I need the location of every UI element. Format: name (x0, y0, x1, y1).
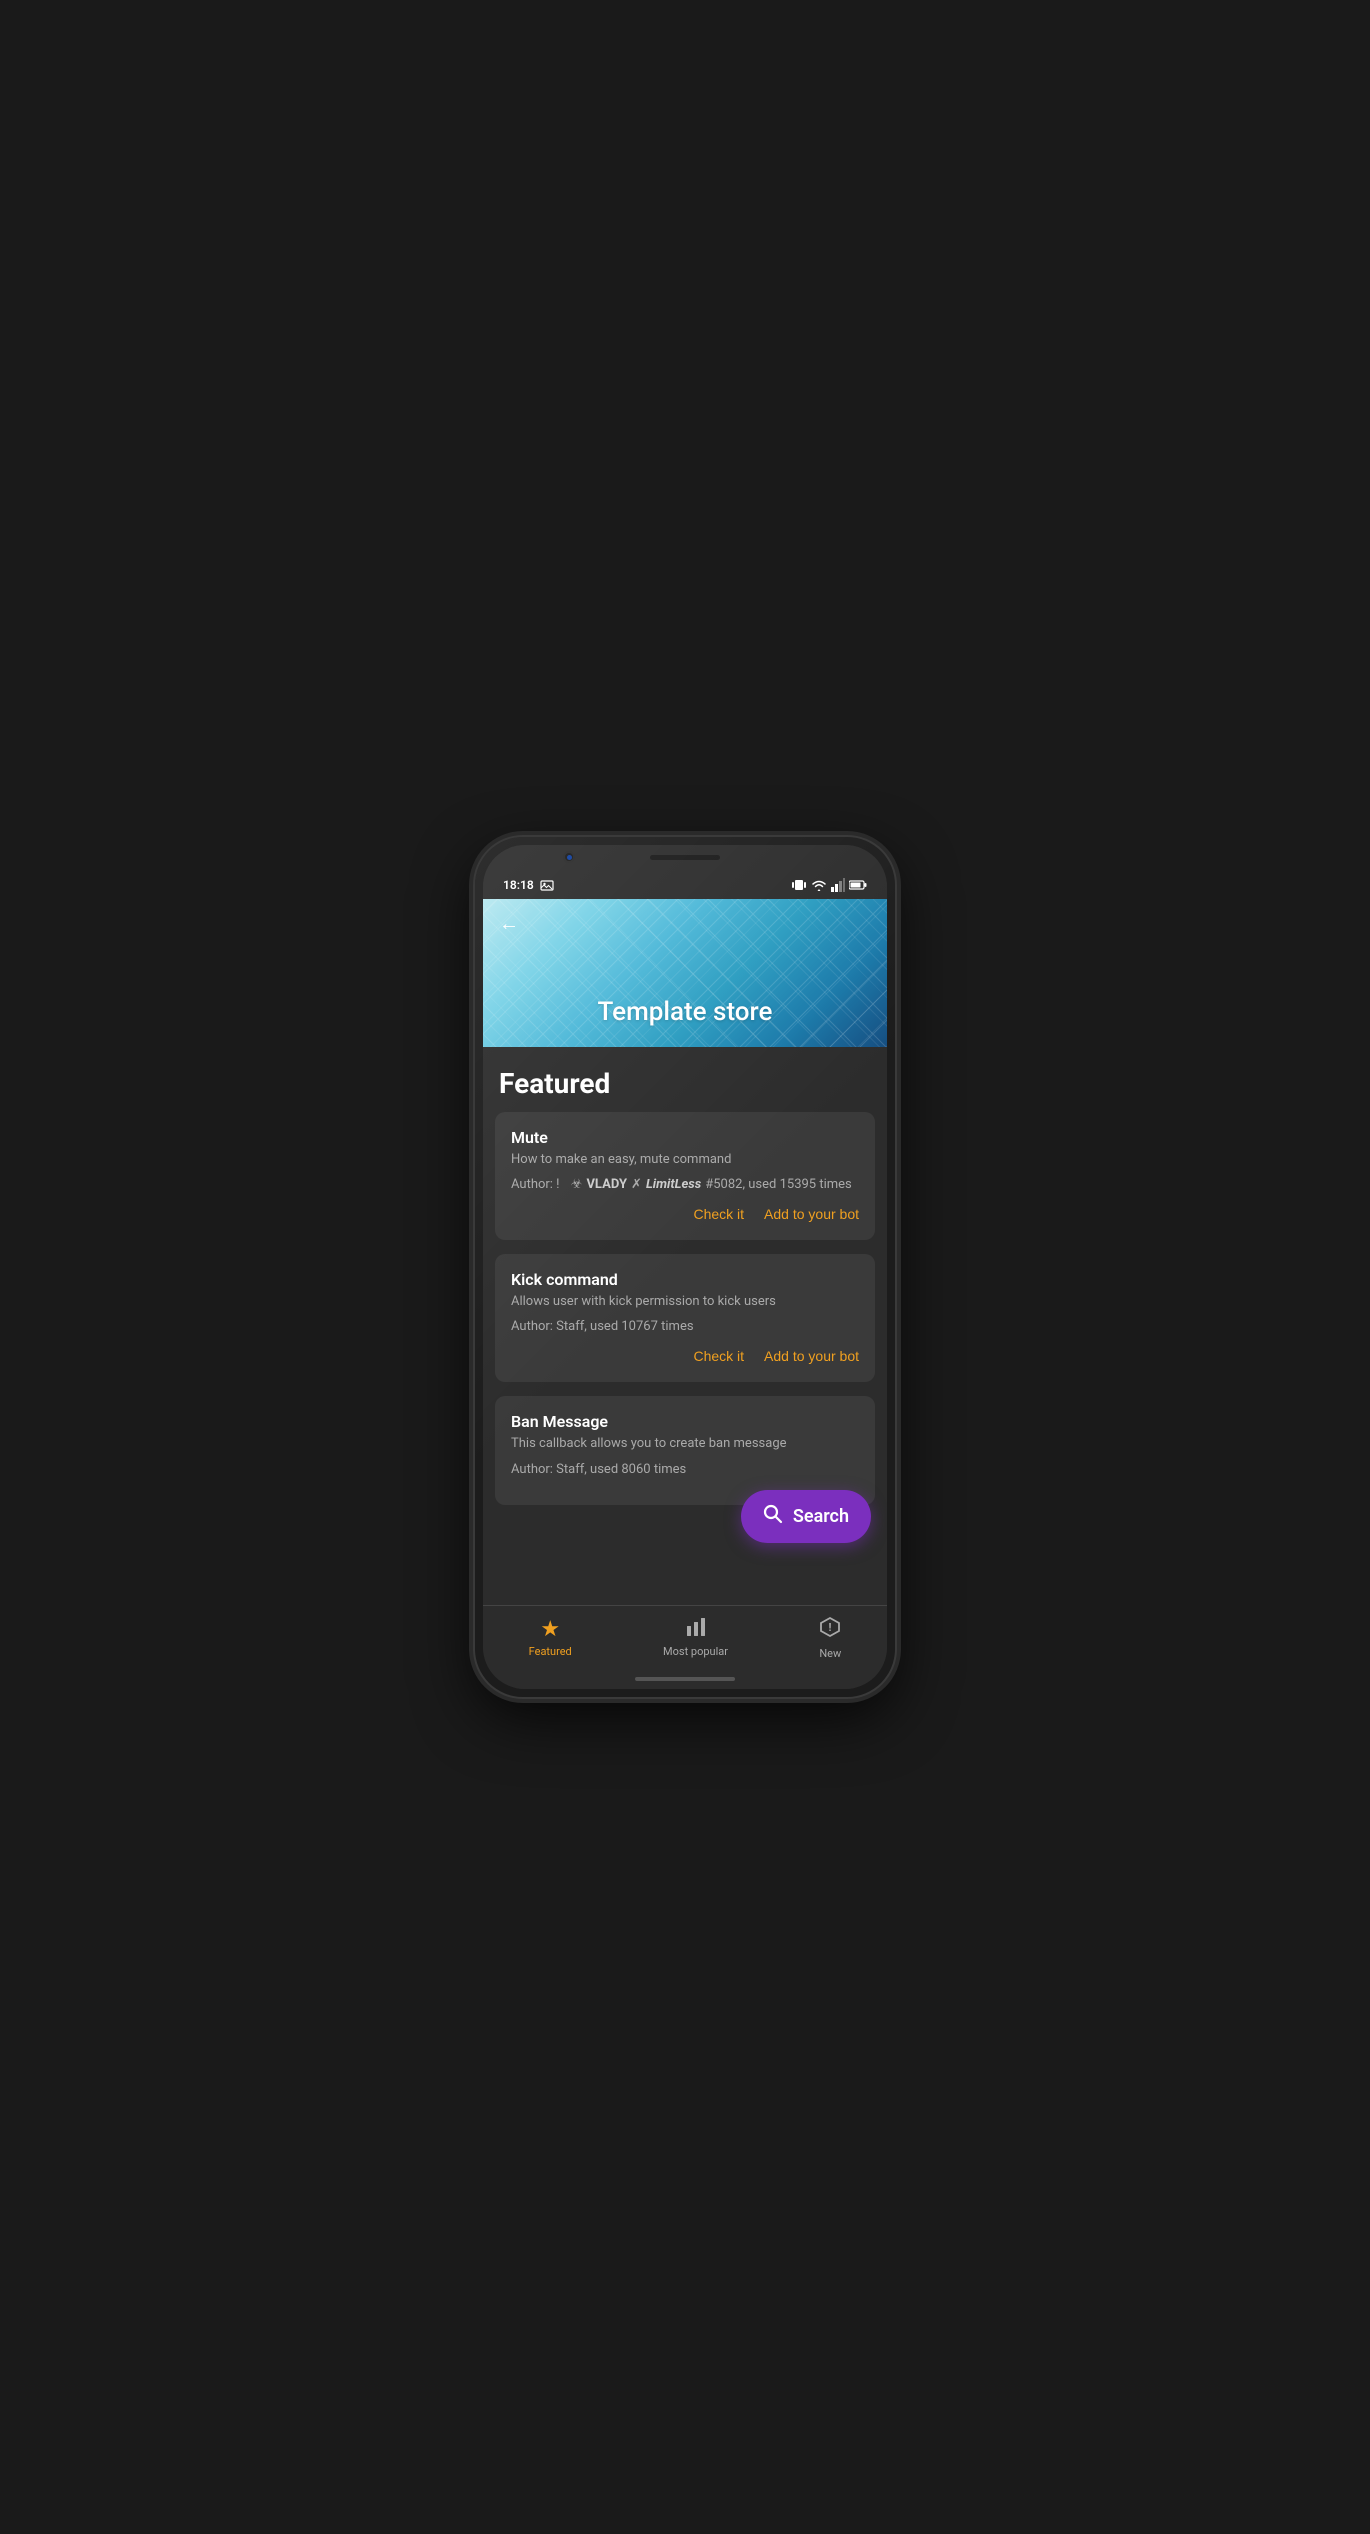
nav-popular-label: Most popular (663, 1645, 728, 1658)
camera (563, 851, 575, 863)
signal-icon (831, 878, 845, 892)
image-icon (540, 879, 554, 891)
search-fab[interactable]: Search (741, 1490, 871, 1543)
banner-title: Template store (483, 997, 887, 1027)
new-icon: ! (819, 1616, 841, 1644)
card-actions-kick: Check it Add to your bot (511, 1346, 859, 1366)
chart-icon (685, 1617, 707, 1642)
add-to-bot-button-kick[interactable]: Add to your bot (764, 1346, 859, 1366)
content-area[interactable]: Featured Mute How to make an easy, mute … (483, 1047, 887, 1605)
status-time: 18:18 (503, 878, 554, 892)
status-bar: 18:18 (483, 871, 887, 899)
card-title-mute: Mute (511, 1128, 859, 1147)
card-kick: Kick command Allows user with kick permi… (495, 1254, 875, 1382)
vibrate-icon (791, 878, 807, 892)
card-author-mute: Author: ! ☣ VLADY ✗ LimitLess #5082, use… (511, 1177, 859, 1192)
search-fab-icon (763, 1504, 783, 1529)
battery-icon (849, 879, 867, 891)
svg-text:!: ! (829, 1621, 832, 1634)
phone-frame: 18:18 (475, 837, 895, 1697)
speaker (650, 855, 720, 860)
home-indicator (483, 1669, 887, 1689)
nav-most-popular[interactable]: Most popular (647, 1611, 744, 1664)
card-desc-kick: Allows user with kick permission to kick… (511, 1293, 859, 1311)
card-desc-ban: This callback allows you to create ban m… (511, 1435, 859, 1453)
add-to-bot-button-mute[interactable]: Add to your bot (764, 1204, 859, 1224)
card-title-ban: Ban Message (511, 1412, 859, 1431)
card-desc-mute: How to make an easy, mute command (511, 1151, 859, 1169)
card-actions-mute: Check it Add to your bot (511, 1204, 859, 1224)
home-bar (635, 1677, 735, 1681)
section-featured: Featured (483, 1047, 887, 1112)
bar-chart-icon (685, 1618, 707, 1636)
card-mute: Mute How to make an easy, mute command A… (495, 1112, 875, 1240)
exclamation-badge-icon: ! (819, 1616, 841, 1638)
header-banner: ← Template store (483, 899, 887, 1047)
card-author-kick: Author: Staff, used 10767 times (511, 1319, 859, 1334)
nav-new[interactable]: ! New (803, 1610, 857, 1666)
nav-featured[interactable]: ★ Featured (513, 1611, 588, 1664)
card-ban: Ban Message This callback allows you to … (495, 1396, 875, 1504)
nav-featured-label: Featured (529, 1645, 572, 1658)
author-name-limitless: LimitLess (646, 1177, 701, 1192)
search-icon (763, 1504, 783, 1524)
bottom-nav: ★ Featured Most popular ! (483, 1605, 887, 1669)
phone-screen: 18:18 (483, 845, 887, 1689)
card-author-ban: Author: Staff, used 8060 times (511, 1462, 859, 1477)
check-it-button-mute[interactable]: Check it (693, 1204, 744, 1224)
back-button[interactable]: ← (499, 911, 519, 936)
author-name-vlady: VLADY (586, 1177, 627, 1192)
star-icon: ★ (540, 1617, 560, 1642)
card-title-kick: Kick command (511, 1270, 859, 1289)
check-it-button-kick[interactable]: Check it (693, 1346, 744, 1366)
author-icon-mute: ☣ (571, 1177, 583, 1192)
status-icons (791, 878, 867, 892)
wifi-icon (811, 878, 827, 892)
nav-new-label: New (819, 1647, 841, 1660)
search-fab-label: Search (793, 1506, 849, 1527)
